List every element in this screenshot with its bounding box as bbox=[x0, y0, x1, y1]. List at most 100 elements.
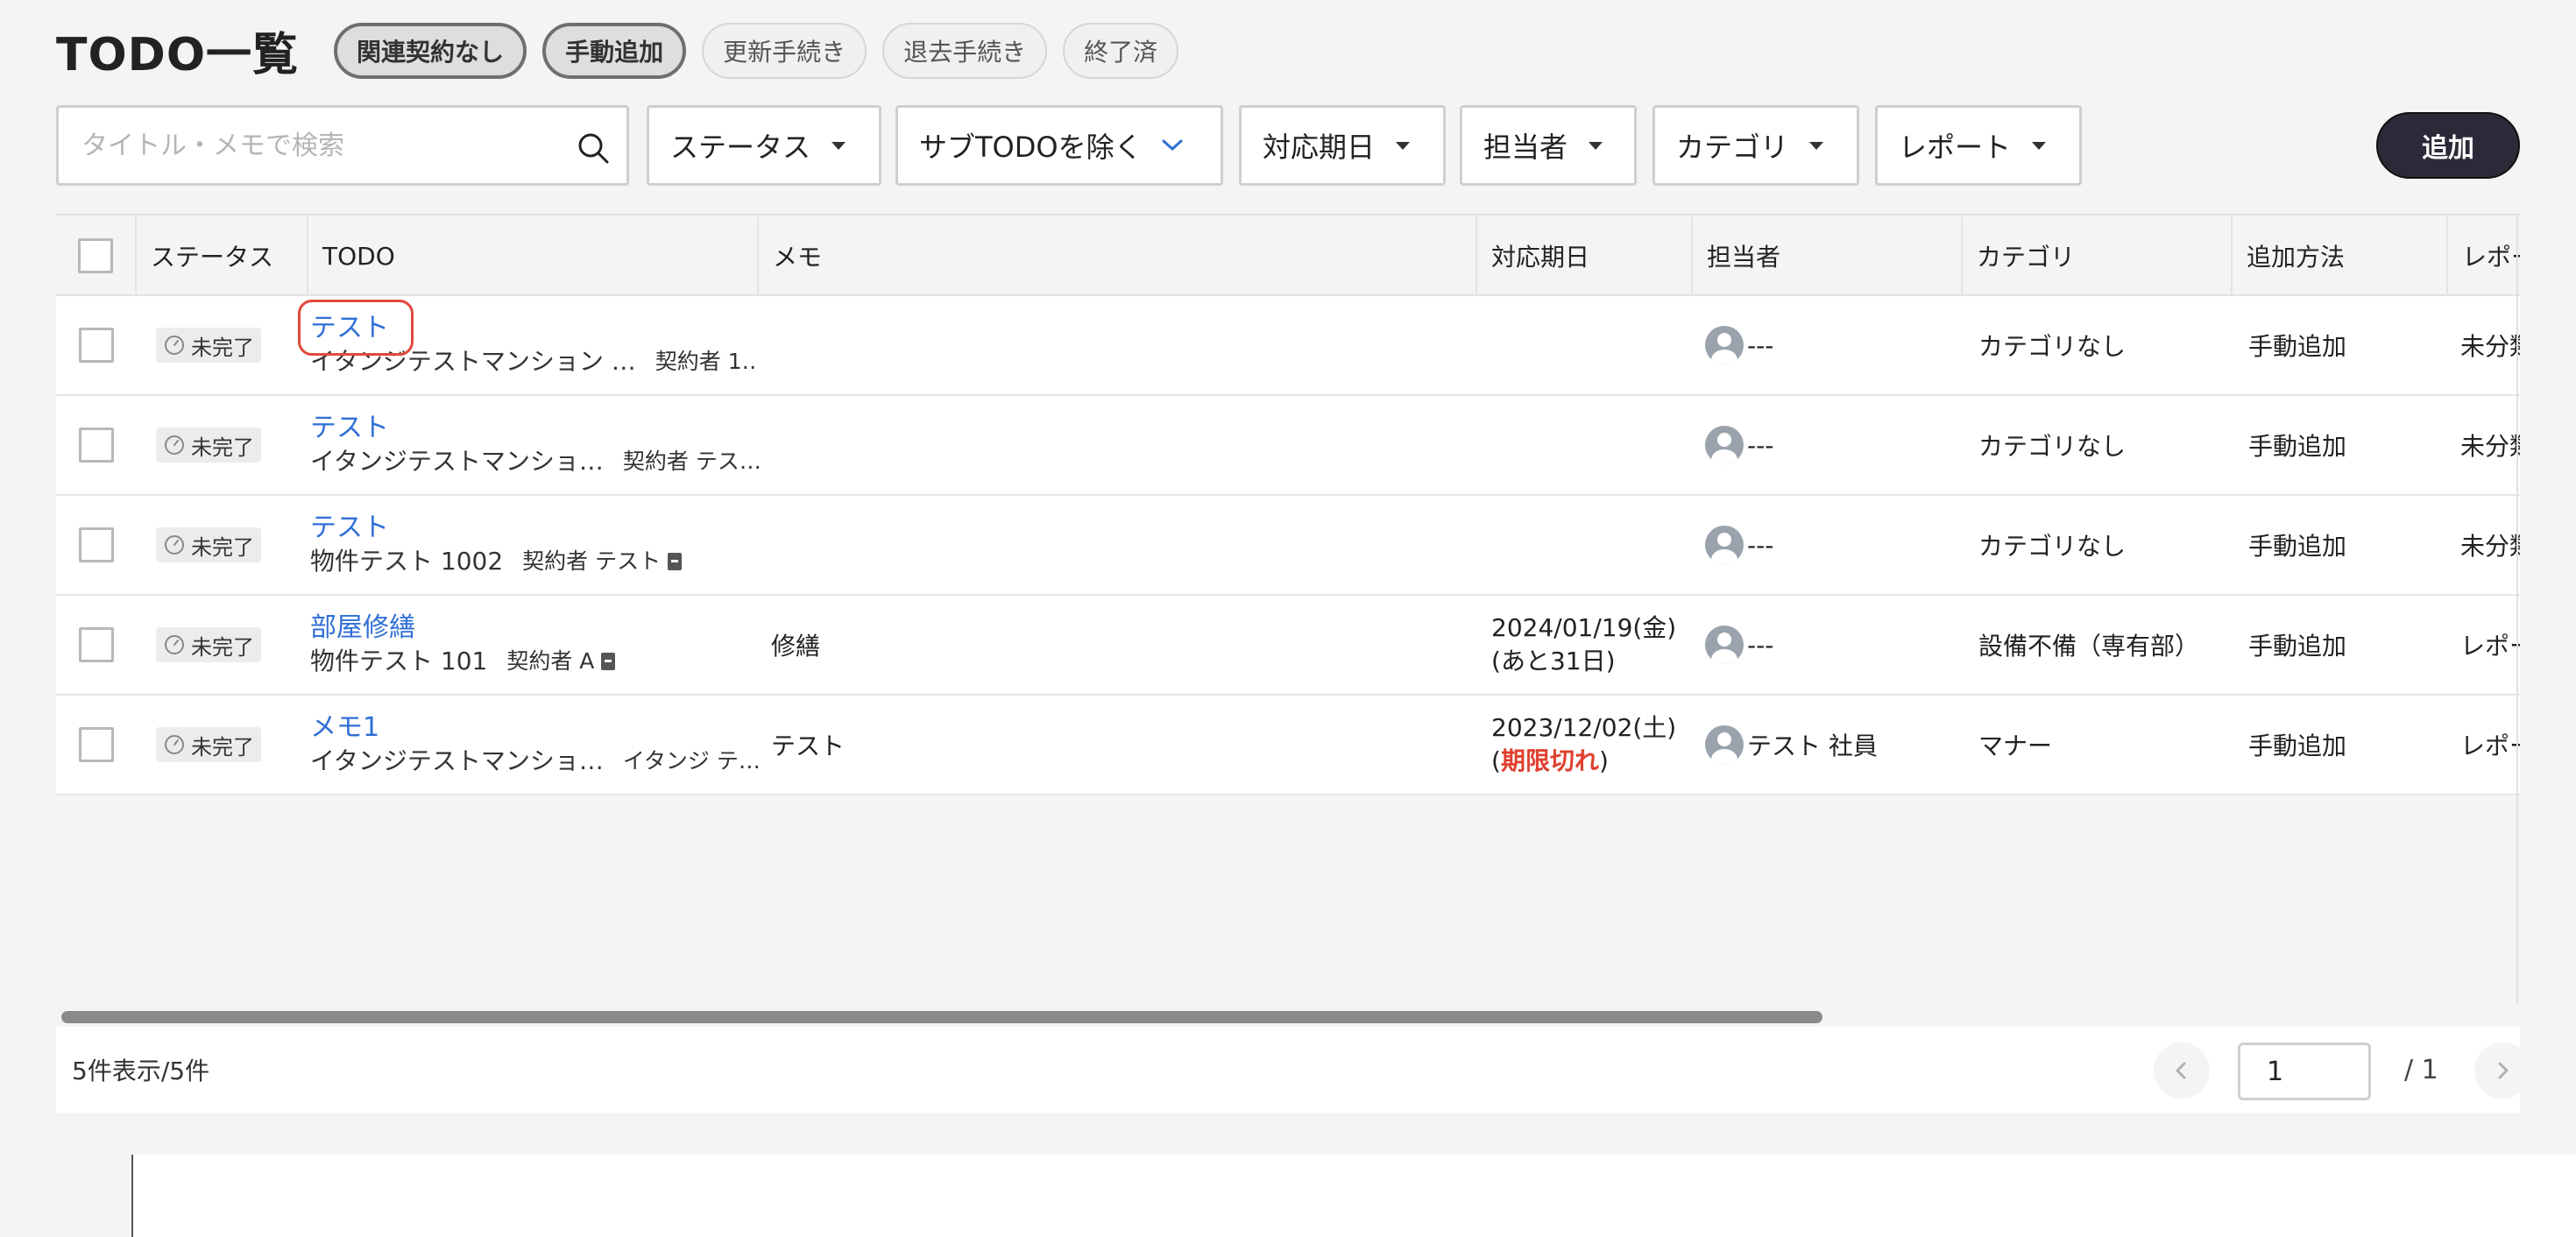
row-checkbox[interactable] bbox=[79, 328, 114, 363]
row-checkbox[interactable] bbox=[79, 627, 114, 662]
category-cell: 設備不備（専有部） bbox=[1978, 632, 2200, 661]
status-filter-dropdown[interactable]: ステータス bbox=[647, 105, 881, 186]
due-filter-dropdown[interactable]: 対応期日 bbox=[1239, 105, 1446, 186]
column-header-due[interactable]: 対応期日 bbox=[1477, 216, 1693, 296]
clock-icon bbox=[165, 735, 184, 754]
add-button[interactable]: 追加 bbox=[2376, 112, 2520, 179]
memo-cell: 修繕 bbox=[771, 632, 821, 661]
chip-manual-add[interactable]: 手動追加 bbox=[542, 22, 687, 79]
due-date: 2024/01/19(金) bbox=[1491, 613, 1677, 642]
horizontal-scrollbar-thumb[interactable] bbox=[61, 1011, 1822, 1023]
memo-cell bbox=[759, 296, 1477, 394]
column-header-category[interactable]: カテゴリ bbox=[1963, 216, 2233, 296]
row-checkbox[interactable] bbox=[79, 527, 114, 562]
contract-name: イタンジ テ… bbox=[622, 748, 759, 774]
table-row[interactable]: 未完了 テスト物件テスト 1002 契約者 テスト --- カテゴリなし 手動追加 未分類 bbox=[56, 496, 2520, 596]
property-name: イタンジテストマンショ… bbox=[310, 746, 604, 775]
method-cell: 手動追加 bbox=[2248, 632, 2347, 661]
memo-cell: テスト bbox=[771, 732, 846, 760]
status-badge: 未完了 bbox=[156, 727, 261, 762]
assignee-name: --- bbox=[1747, 430, 1774, 460]
contract-name: 契約者 1… bbox=[655, 349, 759, 374]
todo-title-link[interactable]: テスト bbox=[310, 512, 759, 545]
status-label: 未完了 bbox=[191, 734, 254, 760]
todo-title-link[interactable]: メモ1 bbox=[310, 711, 759, 745]
report-cell: 未分類 bbox=[2460, 332, 2520, 361]
row-checkbox-cell bbox=[56, 596, 137, 694]
horizontal-scrollbar[interactable] bbox=[56, 1004, 2520, 1025]
column-header-status[interactable]: ステータス bbox=[137, 216, 308, 296]
table-row[interactable]: 未完了 テスト イタンジテストマンショ… 契約者 テス… --- カテゴリなし 手動追加 未分… bbox=[56, 396, 2520, 496]
clock-icon bbox=[165, 435, 184, 455]
todo-subline: 物件テスト 101 契約者 A bbox=[310, 645, 759, 678]
memo-cell bbox=[759, 396, 1477, 494]
todo-cell: テスト 物件テスト 1002 契約者 テスト bbox=[308, 496, 759, 594]
assignee-filter-dropdown[interactable]: 担当者 bbox=[1460, 105, 1637, 186]
search-icon[interactable] bbox=[576, 131, 611, 166]
todo-title-link[interactable]: テスト bbox=[310, 412, 759, 445]
avatar-icon bbox=[1705, 326, 1744, 364]
assignee-name: --- bbox=[1747, 530, 1774, 560]
due-cell bbox=[1477, 296, 1693, 394]
caret-down-icon bbox=[832, 141, 846, 150]
category-filter-dropdown[interactable]: カテゴリ bbox=[1652, 105, 1859, 186]
todo-title-link[interactable]: 部屋修繕 bbox=[310, 611, 759, 645]
row-checkbox-cell bbox=[56, 396, 137, 494]
category-cell: マナー bbox=[1978, 732, 2053, 760]
pagination-bar: 5件表示/5件 / 1 bbox=[56, 1027, 2530, 1113]
column-header-todo[interactable]: TODO bbox=[308, 216, 759, 296]
todo-subline: イタンジテストマンショ… 契約者 テス… bbox=[310, 445, 759, 478]
chip-completed[interactable]: 終了済 bbox=[1063, 22, 1179, 79]
table-row[interactable]: 未完了 部屋修繕 物件テスト 101 契約者 A 修繕 2024/01/19(金) (あと3… bbox=[56, 596, 2520, 696]
page-number-input[interactable] bbox=[2238, 1043, 2371, 1100]
due-date: 2023/12/02(土) bbox=[1491, 713, 1677, 742]
todo-subline: イタンジテストマンショ… イタンジ テ… bbox=[310, 745, 759, 778]
report-filter-label: レポート bbox=[1899, 131, 2012, 164]
row-checkbox[interactable] bbox=[79, 727, 114, 762]
row-checkbox-cell bbox=[56, 296, 137, 394]
search-input[interactable] bbox=[81, 108, 572, 183]
status-label: 未完了 bbox=[191, 435, 254, 460]
avatar-icon bbox=[1705, 725, 1744, 764]
due-filter-label: 対応期日 bbox=[1263, 131, 1376, 164]
column-header-assignee[interactable]: 担当者 bbox=[1693, 216, 1963, 296]
chip-moveout[interactable]: 退去手続き bbox=[882, 22, 1048, 79]
chevron-down-icon bbox=[1162, 139, 1183, 151]
table-row[interactable]: 未完了 メモ1 イタンジテストマンショ… イタンジ テ… テスト 2023/12/02(土… bbox=[56, 696, 2520, 795]
todo-cell: 部屋修繕 物件テスト 101 契約者 A bbox=[308, 596, 759, 694]
category-filter-label: カテゴリ bbox=[1676, 131, 1789, 164]
column-header-report[interactable]: レポー bbox=[2448, 216, 2520, 296]
clock-icon bbox=[165, 535, 184, 555]
table-row[interactable]: 未完了 テスト イタンジテストマンション … 契約者 1… --- カテゴリなし 手動追加未… bbox=[56, 296, 2520, 396]
header-checkbox-cell bbox=[56, 216, 137, 296]
subtodo-filter-dropdown[interactable]: サブTODOを除く bbox=[895, 105, 1223, 186]
property-name: 物件テスト 1002 bbox=[310, 547, 504, 576]
contract-name: 契約者 テスト bbox=[522, 548, 662, 574]
chip-no-related-contract[interactable]: 関連契約なし bbox=[334, 22, 527, 79]
caret-down-icon bbox=[1589, 141, 1603, 150]
status-badge: 未完了 bbox=[156, 527, 261, 562]
property-name: イタンジテストマンショ… bbox=[310, 447, 604, 476]
report-cell: 未分類 bbox=[2460, 432, 2520, 461]
select-all-checkbox[interactable] bbox=[78, 238, 113, 273]
column-header-method[interactable]: 追加方法 bbox=[2233, 216, 2448, 296]
status-cell: 未完了 bbox=[137, 296, 308, 394]
prev-page-button[interactable] bbox=[2154, 1043, 2210, 1099]
column-header-memo[interactable]: メモ bbox=[759, 216, 1477, 296]
chip-renewal[interactable]: 更新手続き bbox=[702, 22, 867, 79]
row-checkbox[interactable] bbox=[79, 428, 114, 463]
todo-table: ステータス TODO メモ 対応期日 担当者 カテゴリ 追加方法 レポー 未完了… bbox=[56, 214, 2520, 1025]
property-name: 物件テスト 101 bbox=[310, 647, 488, 675]
next-page-button[interactable] bbox=[2474, 1043, 2530, 1099]
assignee-cell: --- bbox=[1693, 396, 1963, 494]
due-cell bbox=[1477, 496, 1693, 594]
contract-info: 契約者 A bbox=[506, 645, 616, 678]
status-cell: 未完了 bbox=[137, 696, 308, 794]
report-filter-dropdown[interactable]: レポート bbox=[1875, 105, 2082, 186]
avatar-icon bbox=[1705, 426, 1744, 464]
clock-icon bbox=[165, 336, 184, 355]
contract-name: 契約者 A bbox=[506, 648, 595, 674]
assignee-name: --- bbox=[1747, 330, 1774, 360]
method-cell: 手動追加 bbox=[2248, 432, 2347, 461]
status-cell: 未完了 bbox=[137, 596, 308, 694]
